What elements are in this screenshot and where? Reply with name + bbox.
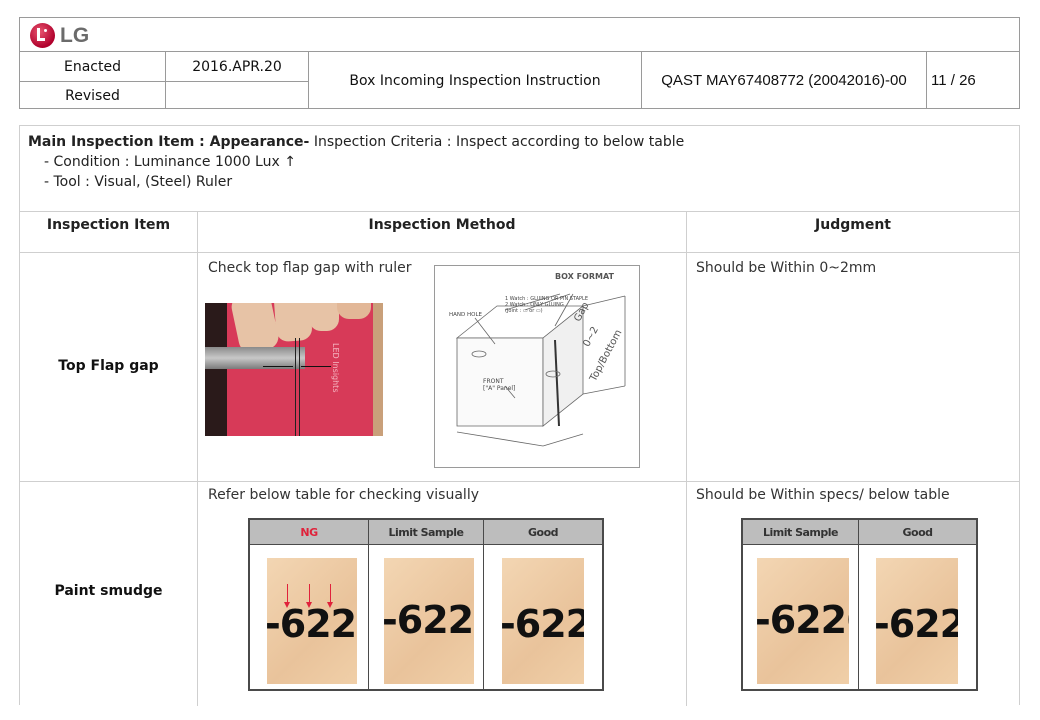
drawing-title: BOX FORMAT [555,272,614,281]
judgment-good-image: -6226 [876,558,958,684]
row2-judgment: Should be Within specs/ below table [696,487,950,503]
front-label: FRONT ["A" Panel] [483,378,516,392]
condition-text: - Condition : Luminance 1000 Lux ↑ [44,154,296,170]
judgment-header-limit: Limit Sample [743,520,858,544]
ruler-photo: LED Insights [205,303,383,436]
criteria-text: Inspection Criteria : Inspect according … [309,134,685,150]
inspection-criteria: Main Inspection Item : Appearance- Inspe… [28,132,684,192]
header-inspection-method: Inspection Method [368,217,516,233]
enacted-label: Enacted [20,52,166,81]
sample-header-ng: NG [250,520,368,544]
row1-method: Check top flap gap with ruler [208,260,412,276]
sample-header-limit: Limit Sample [369,520,483,544]
method-sample-table: NG Limit Sample Good -6226 -6226 -6226 [248,518,604,691]
sample-header-good: Good [484,520,602,544]
enacted-value: 2016.APR.20 [166,52,309,81]
main-item-label: Main Inspection Item : Appearance- [28,134,310,150]
hand-hole-label: HAND HOLE [449,312,482,318]
judgment-sample-table: Limit Sample Good -6226 -6226 [741,518,978,691]
revised-label: Revised [20,82,166,109]
row1-judgment: Should be Within 0~2mm [696,260,877,276]
header-judgment: Judgment [815,217,891,233]
sample-ng-image: -6226 [267,558,357,684]
judgment-limit-image: -6226 [757,558,849,684]
logo-text: LG [60,23,90,47]
lg-logo: LG [30,23,89,48]
row2-method: Refer below table for checking visually [208,487,479,503]
header-inspection-item: Inspection Item [46,217,171,233]
document-header: LG Enacted 2016.APR.20 Revised Box Incom… [19,17,1020,109]
box-format-drawing: BOX FORMAT 1 Watch : GLUING OR PIN STAPL… [434,265,640,468]
lg-logo-icon [30,23,55,48]
row2-item: Paint smudge [54,583,163,599]
sample-good-image: -6226 [502,558,584,684]
document-title: Box Incoming Inspection Instruction [309,52,642,109]
page-number: 11 / 26 [931,72,976,89]
inspection-table: Main Inspection Item : Appearance- Inspe… [19,125,1020,706]
judgment-header-good: Good [859,520,976,544]
revised-value [166,82,309,109]
logo-row: LG [20,18,1019,52]
document-code: QAST MAY67408772 (20042016)-00 [642,52,927,109]
tool-text: - Tool : Visual, (Steel) Ruler [44,174,233,190]
photo-text: LED Insights [331,343,340,393]
row1-item: Top Flap gap [58,358,159,374]
sample-limit-image: -6226 [384,558,474,684]
